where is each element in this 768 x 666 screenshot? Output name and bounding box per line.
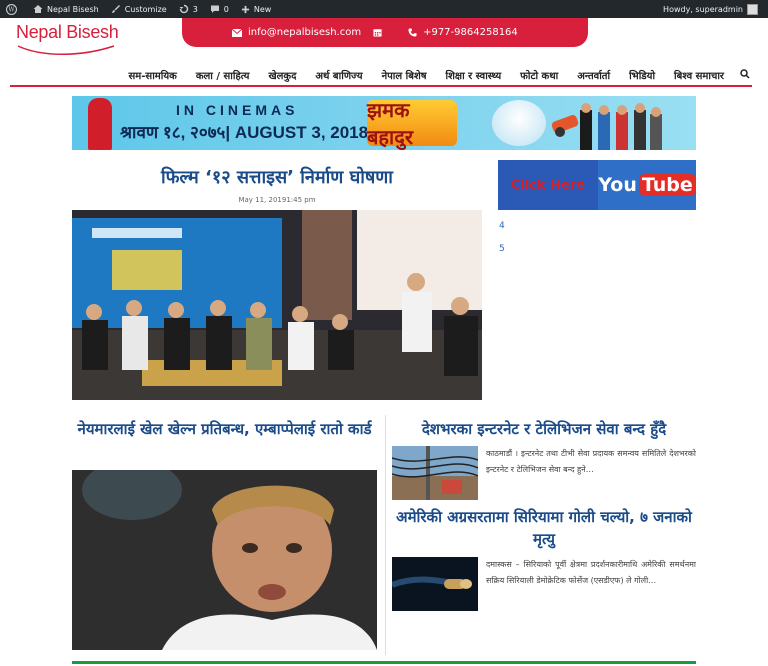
cables-photo <box>392 446 478 500</box>
updates-icon <box>179 4 188 14</box>
home-icon <box>33 5 43 13</box>
plus-icon <box>241 5 249 13</box>
comments-link[interactable]: 0 <box>204 0 235 18</box>
phone-contact[interactable]: +977-9864258164 <box>408 27 518 38</box>
youtube-tube-text: Tube <box>638 174 696 196</box>
nav-item-current-affairs[interactable]: सम-सामयिक <box>129 68 177 82</box>
nav-item-nepal-special[interactable]: नेपाल बिशेष <box>382 68 427 82</box>
left-article-image[interactable] <box>72 470 377 650</box>
envelope-icon <box>232 28 242 37</box>
phone-icon <box>408 28 417 37</box>
nav-item-economy[interactable]: अर्थ बाणिज्य <box>315 68 362 82</box>
email-text: info@nepalbisesh.com <box>248 27 362 38</box>
column-divider <box>385 415 386 655</box>
contact-bar: info@nepalbisesh.com +977-9864258164 <box>182 18 588 47</box>
nav-item-education-health[interactable]: शिक्षा र स्वास्थ्य <box>446 68 502 82</box>
youtube-logo: You Tube <box>598 160 696 210</box>
search-button[interactable] <box>740 68 750 82</box>
phone-text: +977-9864258164 <box>423 27 518 38</box>
footballer-portrait-photo <box>72 470 377 650</box>
right-article-2-title[interactable]: अमेरिकी अग्रसरतामा सिरियामा गोली चल्यो, … <box>392 506 696 550</box>
banner-actress-figure <box>88 98 112 150</box>
banner-cloud-graphic <box>492 100 546 146</box>
new-content-link[interactable]: New <box>235 0 277 18</box>
left-article-title[interactable]: नेयमारलाई खेल खेल्न प्रतिबन्ध, एम्बाप्पे… <box>72 418 377 440</box>
press-conference-photo <box>72 210 482 400</box>
site-name-link[interactable]: Nepal Bisesh <box>27 0 105 18</box>
main-navigation: सम-सामयिक कला / साहित्य खेलकुद अर्थ बाणि… <box>0 66 768 84</box>
banner-in-cinemas: IN CINEMAS <box>176 102 299 118</box>
email-contact[interactable]: info@nepalbisesh.com <box>232 27 361 38</box>
wordpress-menu[interactable]: W <box>0 0 27 18</box>
nav-item-interview[interactable]: अन्तर्वार्ता <box>577 68 610 82</box>
banner-movie-title: झमक बहादुर <box>367 98 457 149</box>
banner-release-date: श्रावण १८, २०७५| AUGUST 3, 2018 <box>120 123 369 142</box>
updates-link[interactable]: 3 <box>173 0 204 18</box>
lead-article-title[interactable]: फिल्म ‘१२ सत्ताइस’ निर्माण घोषणा <box>72 165 482 189</box>
youtube-ad[interactable]: Click Here You Tube <box>498 160 696 210</box>
banner-cast-figures <box>580 103 662 150</box>
lead-article-date: May 11, 20191:45 pm <box>238 196 316 204</box>
admin-bar: W Nepal Bisesh Customize 3 0 New Howdy, … <box>0 0 768 18</box>
bullet-photo <box>392 557 478 611</box>
banner-cannon-graphic <box>551 115 579 137</box>
svg-text:W: W <box>8 6 15 13</box>
new-label: New <box>253 4 272 14</box>
logo-text: Nepal Bisesh <box>16 22 119 42</box>
customize-link[interactable]: Customize <box>105 0 173 18</box>
avatar <box>747 3 758 15</box>
right-article-1-title[interactable]: देशभरका इन्टरनेट र टेलिभिजन सेवा बन्द हु… <box>392 418 696 440</box>
click-here-label: Click Here <box>498 160 598 210</box>
site-logo[interactable]: Nepal Bisesh <box>14 20 120 56</box>
calendar-contact <box>373 28 388 37</box>
nav-divider <box>10 85 752 87</box>
right-article-1-thumbnail[interactable] <box>392 446 478 500</box>
section-divider-green <box>72 661 696 664</box>
customize-label: Customize <box>124 4 167 14</box>
right-article-1-excerpt: काठमाडौं । इन्टरनेट तथा टीभी सेवा प्रदाय… <box>486 449 696 474</box>
nav-item-arts-literature[interactable]: कला / साहित्य <box>196 68 250 82</box>
right-article-2-excerpt: दमास्कस – सिरियाको पूर्वी क्षेत्रमा प्रद… <box>486 560 696 585</box>
sidebar-item-4[interactable]: 4 <box>499 221 505 231</box>
movie-banner-ad[interactable]: IN CINEMAS श्रावण १८, २०७५| AUGUST 3, 20… <box>72 96 696 150</box>
site-name-label: Nepal Bisesh <box>47 4 99 14</box>
calendar-icon <box>373 29 382 37</box>
brush-icon <box>111 5 120 13</box>
my-account-menu[interactable]: Howdy, superadmin <box>663 3 768 15</box>
nav-item-sports[interactable]: खेलकुद <box>268 68 296 82</box>
nav-item-world-news[interactable]: बिश्व समाचार <box>674 68 724 82</box>
nav-item-video[interactable]: भिडियो <box>629 68 655 82</box>
youtube-you-text: You <box>598 174 637 196</box>
updates-count: 3 <box>192 4 198 14</box>
nav-item-photo-story[interactable]: फोटो कथा <box>520 68 558 82</box>
sidebar-item-5[interactable]: 5 <box>499 244 505 254</box>
comment-icon <box>210 5 219 13</box>
search-icon <box>740 68 750 79</box>
logo-swoosh-icon <box>17 45 115 55</box>
wordpress-icon: W <box>6 3 17 15</box>
right-article-2-thumbnail[interactable] <box>392 557 478 611</box>
comments-count: 0 <box>223 4 229 14</box>
lead-article-image[interactable] <box>72 210 482 400</box>
howdy-label: Howdy, superadmin <box>663 4 743 14</box>
